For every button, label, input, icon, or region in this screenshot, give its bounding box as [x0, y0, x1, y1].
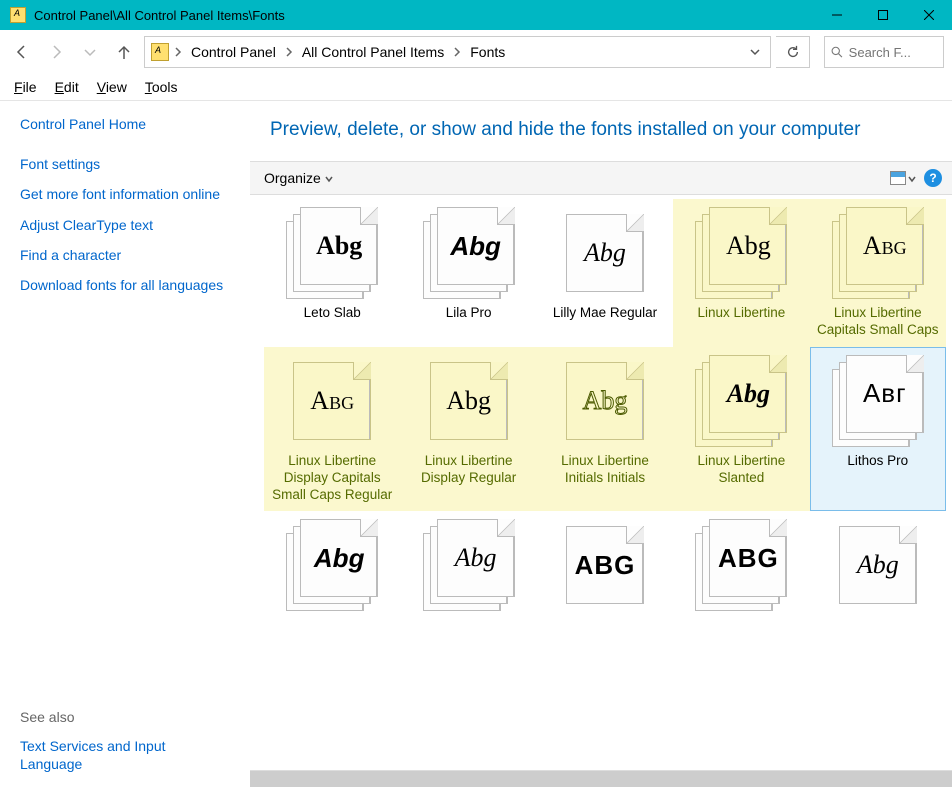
- font-item[interactable]: ABG: [673, 511, 809, 607]
- font-preview-icon: Abg: [695, 355, 787, 447]
- font-item-label: Linux Libertine Display Capitals Small C…: [270, 453, 394, 504]
- folder-icon: [151, 43, 169, 61]
- font-preview-icon: Abg: [559, 355, 651, 447]
- app-icon: [10, 7, 26, 23]
- font-item[interactable]: Abg Leto Slab: [264, 199, 400, 347]
- menu-file[interactable]: File: [6, 77, 45, 97]
- view-options-button[interactable]: [888, 168, 918, 188]
- sidebar-link-cleartype[interactable]: Adjust ClearType text: [20, 216, 230, 234]
- toolbar: Organize ?: [250, 161, 952, 195]
- view-icon: [890, 171, 906, 185]
- font-preview-icon: ABG: [559, 519, 651, 599]
- font-preview-icon: Abg: [423, 207, 515, 299]
- font-item[interactable]: Abg Lila Pro: [400, 199, 536, 347]
- font-item[interactable]: Abg: [810, 511, 946, 607]
- chevron-right-icon[interactable]: [452, 44, 462, 60]
- main-panel: Preview, delete, or show and hide the fo…: [250, 101, 952, 787]
- font-preview-icon: Abg: [423, 355, 515, 447]
- font-grid-scroll[interactable]: Abg Leto Slab Abg Lila Pro Abg Lilly Mae Regu…: [250, 195, 952, 787]
- font-item-label: Linux Libertine Slanted: [679, 453, 803, 487]
- chevron-right-icon[interactable]: [173, 44, 183, 60]
- address-history-dropdown[interactable]: [744, 37, 766, 67]
- font-preview-icon: Abg: [695, 207, 787, 299]
- menu-view[interactable]: View: [89, 77, 135, 97]
- horizontal-scrollbar[interactable]: [250, 770, 952, 787]
- window-title: Control Panel\All Control Panel Items\Fo…: [34, 8, 814, 23]
- font-preview-icon: Abg: [559, 207, 651, 299]
- font-item[interactable]: ABG: [537, 511, 673, 607]
- font-preview-icon: Abg: [832, 519, 924, 599]
- font-item[interactable]: Abg Linux Libertine Slanted: [673, 347, 809, 512]
- font-item[interactable]: Abg Linux Libertine Initials Initials: [537, 347, 673, 512]
- forward-button[interactable]: [42, 38, 70, 66]
- navigation-bar: Control Panel All Control Panel Items Fo…: [0, 30, 952, 74]
- breadcrumb-item[interactable]: Fonts: [466, 42, 509, 62]
- menu-bar: File Edit View Tools: [0, 74, 952, 100]
- font-preview-icon: Abg: [286, 207, 378, 299]
- font-grid: Abg Leto Slab Abg Lila Pro Abg Lilly Mae Regu…: [250, 195, 952, 611]
- font-item-label: Linux Libertine Initials Initials: [543, 453, 667, 487]
- font-preview-icon: Abg: [286, 519, 378, 599]
- font-item-label: Linux Libertine Capitals Small Caps: [816, 305, 940, 339]
- font-item[interactable]: Abg Linux Libertine Display Capitals Smal…: [264, 347, 400, 512]
- search-icon: [831, 45, 843, 59]
- font-item[interactable]: Abg Linux Libertine Display Regular: [400, 347, 536, 512]
- sidebar-link-download-fonts[interactable]: Download fonts for all languages: [20, 276, 230, 294]
- page-heading: Preview, delete, or show and hide the fo…: [250, 101, 952, 161]
- font-item-label: Lila Pro: [446, 305, 492, 322]
- search-box[interactable]: [824, 36, 944, 68]
- maximize-button[interactable]: [860, 0, 906, 30]
- refresh-button[interactable]: [776, 36, 810, 68]
- titlebar: Control Panel\All Control Panel Items\Fo…: [0, 0, 952, 30]
- font-item[interactable]: Abg Linux Libertine: [673, 199, 809, 347]
- recent-dropdown[interactable]: [76, 38, 104, 66]
- organize-label: Organize: [264, 170, 321, 186]
- up-button[interactable]: [110, 38, 138, 66]
- minimize-button[interactable]: [814, 0, 860, 30]
- address-bar[interactable]: Control Panel All Control Panel Items Fo…: [144, 36, 771, 68]
- search-input[interactable]: [849, 45, 937, 60]
- chevron-right-icon[interactable]: [284, 44, 294, 60]
- menu-edit[interactable]: Edit: [47, 77, 87, 97]
- font-item-label: Leto Slab: [304, 305, 361, 322]
- font-item[interactable]: Aвг Lithos Pro: [810, 347, 946, 512]
- font-preview-icon: Abg: [832, 207, 924, 299]
- breadcrumb-item[interactable]: Control Panel: [187, 42, 280, 62]
- font-item[interactable]: Abg Lilly Mae Regular: [537, 199, 673, 347]
- help-button[interactable]: ?: [924, 169, 942, 187]
- font-preview-icon: Abg: [423, 519, 515, 599]
- font-item[interactable]: Abg: [400, 511, 536, 607]
- chevron-down-icon: [325, 170, 333, 186]
- font-item-label: Linux Libertine Display Regular: [407, 453, 531, 487]
- close-button[interactable]: [906, 0, 952, 30]
- sidebar-link-more-info[interactable]: Get more font information online: [20, 185, 230, 203]
- font-item-label: Linux Libertine: [697, 305, 785, 322]
- font-preview-icon: ABG: [695, 519, 787, 599]
- sidebar-link-find-character[interactable]: Find a character: [20, 246, 230, 264]
- back-button[interactable]: [8, 38, 36, 66]
- organize-button[interactable]: Organize: [260, 168, 337, 188]
- font-preview-icon: Abg: [286, 355, 378, 447]
- menu-tools[interactable]: Tools: [137, 77, 186, 97]
- font-item-label: Lithos Pro: [847, 453, 908, 470]
- font-item[interactable]: Abg Linux Libertine Capitals Small Caps: [810, 199, 946, 347]
- font-item-label: Lilly Mae Regular: [553, 305, 657, 322]
- see-also-link-text-services[interactable]: Text Services and Input Language: [20, 737, 230, 773]
- sidebar: Control Panel Home Font settings Get mor…: [0, 101, 250, 787]
- sidebar-home-link[interactable]: Control Panel Home: [20, 115, 230, 133]
- breadcrumb-item[interactable]: All Control Panel Items: [298, 42, 448, 62]
- see-also-label: See also: [20, 709, 230, 725]
- sidebar-link-font-settings[interactable]: Font settings: [20, 155, 230, 173]
- font-item[interactable]: Abg: [264, 511, 400, 607]
- content-area: Control Panel Home Font settings Get mor…: [0, 100, 952, 787]
- font-preview-icon: Aвг: [832, 355, 924, 447]
- chevron-down-icon: [908, 170, 916, 186]
